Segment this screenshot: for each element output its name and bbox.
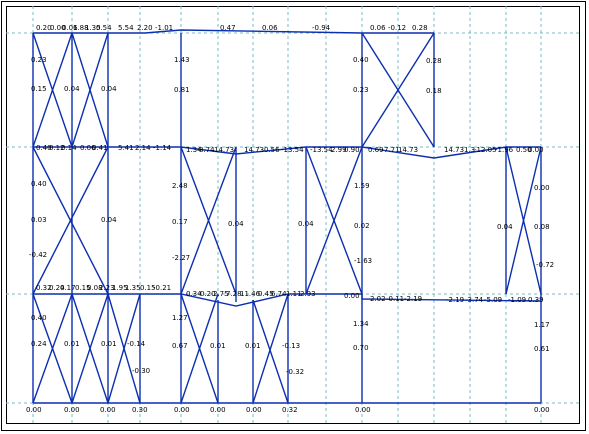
force-label: 0.54 — [96, 24, 112, 32]
force-label: 1.34 — [353, 320, 369, 328]
force-label: 0.00 — [246, 406, 262, 414]
force-label: 0.17 — [172, 218, 188, 226]
force-label: 2.02 — [370, 295, 386, 303]
force-label: 2.14 — [135, 144, 151, 152]
force-label: -0.13 — [282, 342, 300, 350]
structural-frame-diagram: 0.20 0.00 0.06 1.88 1.35 0.54 5.54 2.20 … — [6, 6, 580, 424]
force-label: -2.19 — [446, 296, 464, 304]
force-label: 0.81 — [174, 86, 190, 94]
force-label: -0.21 — [153, 284, 171, 292]
force-label: 0.67 — [172, 342, 188, 350]
force-label: 0.47 — [220, 24, 236, 32]
force-label: 5.41 — [118, 144, 134, 152]
force-label: 0.08 — [534, 223, 550, 231]
force-label: 0.40 — [353, 56, 369, 64]
force-label: -1.63 — [354, 257, 372, 265]
force-label: 0.00 — [344, 292, 360, 300]
force-label: 2.93 — [300, 290, 316, 298]
force-label: 0.02 — [354, 222, 370, 230]
force-label: 0.39 — [528, 296, 544, 304]
force-label: -1.01 — [155, 24, 173, 32]
force-label: 0.01 — [210, 342, 226, 350]
force-label: -13.54 — [281, 146, 304, 154]
force-label: 0.28 — [426, 57, 442, 65]
force-label: 0.00 — [64, 406, 80, 414]
force-label: 0.15 — [31, 85, 47, 93]
force-label: 2.48 — [172, 182, 188, 190]
force-label: 0.30 — [132, 406, 148, 414]
force-label: 0.04 — [298, 220, 314, 228]
force-label: -1.09 — [508, 296, 526, 304]
force-label: 0.04 — [497, 223, 513, 231]
force-label: 0.04 — [101, 85, 117, 93]
force-label: 0.00 — [355, 406, 371, 414]
force-label: 0.23 — [31, 56, 47, 64]
reference-grid — [6, 6, 580, 424]
force-label: -0.72 — [536, 261, 554, 269]
force-label: 0.00 — [534, 406, 550, 414]
force-label: 0.41 — [92, 144, 108, 152]
force-label: -2.19 — [404, 295, 422, 303]
force-label: 0.40 — [31, 314, 47, 322]
force-label: 0.18 — [426, 87, 442, 95]
force-label: 0.32 — [282, 406, 298, 414]
force-label: 0.56 — [264, 146, 280, 154]
force-label: 14.73 — [214, 146, 234, 154]
force-label: 0.04 — [228, 220, 244, 228]
force-label: 2.20 — [137, 24, 153, 32]
force-label: 0.01 — [245, 342, 261, 350]
force-label: 0.40 — [31, 180, 47, 188]
force-label: 0.28 — [412, 24, 428, 32]
force-label: -2.27 — [172, 254, 190, 262]
force-label: 1.35 — [125, 284, 141, 292]
force-label: -0.94 — [312, 24, 331, 32]
force-label: -13.54 — [310, 146, 333, 154]
force-label: 0.03 — [31, 216, 47, 224]
force-label: -0.11 — [386, 295, 404, 303]
force-label: 0.00 — [26, 406, 42, 414]
force-label: 14.73 — [398, 146, 418, 154]
force-label: -0.32 — [286, 368, 304, 376]
force-label: 0.17 — [60, 284, 76, 292]
force-label: 0.04 — [64, 85, 80, 93]
force-label: 0.14 — [61, 144, 77, 152]
force-label: 0.23 — [353, 86, 369, 94]
force-label: 5.54 — [118, 24, 134, 32]
force-label: -0.12 — [388, 24, 406, 32]
force-label: 1.43 — [174, 56, 190, 64]
force-label: 0.90 — [344, 146, 360, 154]
force-label: 0.61 — [534, 345, 550, 353]
force-label: 0.00 — [100, 406, 116, 414]
force-label: -0.30 — [132, 367, 150, 375]
force-label: 0.01 — [101, 340, 117, 348]
force-label: 1.27 — [172, 314, 188, 322]
force-label: 8.74 — [199, 146, 215, 154]
force-label: 0.06 — [262, 24, 278, 32]
force-label: 0.00 — [528, 146, 544, 154]
force-label: 0.70 — [353, 344, 369, 352]
force-label: 14.73 — [244, 146, 264, 154]
force-label: 0.06 — [370, 24, 386, 32]
force-label: 0.01 — [64, 340, 80, 348]
member-force-labels: 0.20 0.00 0.06 1.88 1.35 0.54 5.54 2.20 … — [26, 24, 554, 414]
force-label: 1.17 — [534, 321, 550, 329]
force-label: -12.05 — [474, 146, 497, 154]
force-label: 14.73 — [444, 146, 464, 154]
force-label: -0.14 — [127, 340, 146, 348]
force-label: 1.59 — [354, 182, 370, 190]
force-label: 6.74 — [271, 290, 287, 298]
force-label: -1.14 — [153, 144, 172, 152]
force-label: -0.42 — [29, 251, 47, 259]
force-label: -5.09 — [484, 296, 502, 304]
force-label: -3.74 — [465, 296, 484, 304]
force-label: 0.04 — [101, 216, 117, 224]
force-label: 0.00 — [174, 406, 190, 414]
force-label: 0.69 — [368, 146, 384, 154]
force-label: 0.24 — [31, 340, 47, 348]
force-label: 0.00 — [534, 184, 550, 192]
force-label: -1.96 — [495, 146, 514, 154]
force-label: 0.00 — [210, 406, 226, 414]
